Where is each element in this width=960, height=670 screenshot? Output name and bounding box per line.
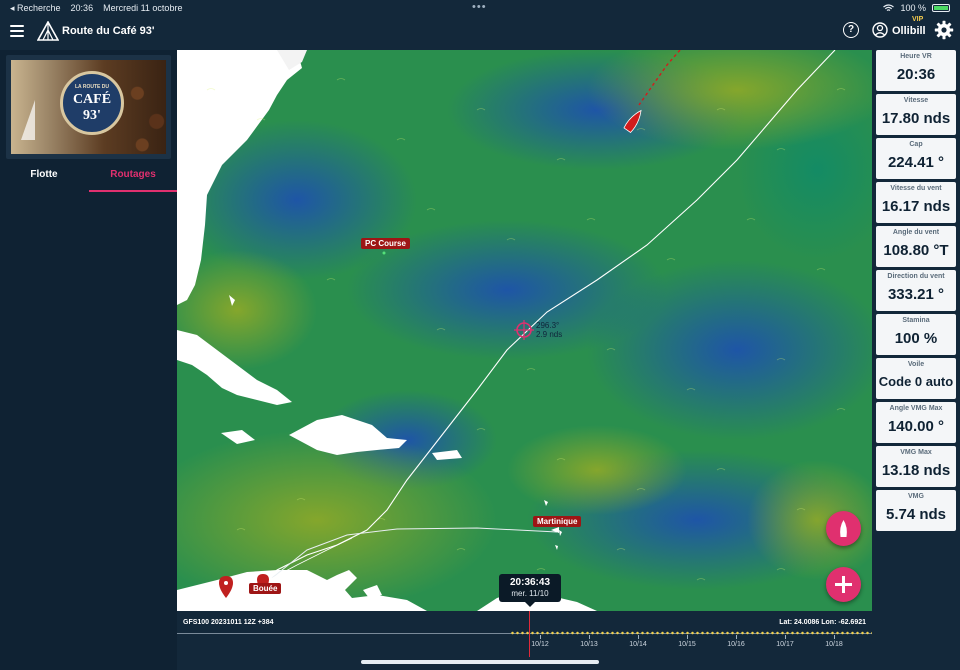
sailboat-icon	[840, 520, 847, 537]
stat-heure-vr: Heure VR 20:36	[876, 50, 956, 91]
timeline-tick-label: 10/18	[825, 641, 843, 648]
crosshair-readout: 296.3° 2.9 nds	[536, 321, 562, 339]
vip-badge: VIP	[912, 16, 924, 23]
stat-cap: Cap 224.41 °	[876, 138, 956, 179]
timeline-tick	[638, 635, 639, 639]
stat-vmg-max: VMG Max 13.18 nds	[876, 446, 956, 487]
sailboat-illustration	[21, 100, 35, 140]
timeline-tick	[785, 635, 786, 639]
current-time: 20:36:43	[509, 577, 551, 588]
battery-percent: 100 %	[900, 3, 926, 13]
multitasking-dots[interactable]: •••	[472, 1, 487, 13]
timeline-tick-label: 10/16	[727, 641, 745, 648]
timeline-tick	[834, 635, 835, 639]
stat-vmg: VMG 5.74 nds	[876, 490, 956, 531]
timeline-tick	[687, 635, 688, 639]
stat-angle-vmg-max: Angle VMG Max 140.00 °	[876, 402, 956, 443]
status-bar: ◂ Recherche 20:36 Mercredi 11 octobre ••…	[0, 0, 960, 16]
stat-angle-vent: Angle du vent 108.80 °T	[876, 226, 956, 267]
username[interactable]: Ollibill	[892, 25, 926, 37]
race-title: Route du Café 93'	[62, 25, 155, 37]
current-date: mer. 11/10	[511, 589, 549, 598]
center-boat-button[interactable]	[826, 511, 861, 546]
buoy-label[interactable]: Bouée	[249, 583, 282, 594]
pc-course-label[interactable]: PC Course	[361, 238, 410, 249]
sidebar: LA ROUTE DU CAFÉ 93' Flotte Routages	[0, 50, 177, 670]
race-banner: LA ROUTE DU CAFÉ 93'	[6, 55, 171, 159]
top-header: Route du Café 93' ? VIP Ollibill	[0, 16, 960, 48]
map-canvas	[177, 50, 872, 611]
stat-voile[interactable]: Voile Code 0 auto	[876, 358, 956, 399]
gear-icon[interactable]	[934, 20, 954, 40]
timeline-tick	[589, 635, 590, 639]
back-to-search-link[interactable]: ◂ Recherche	[10, 3, 61, 14]
cursor-position: Lat: 24.0086 Lon: -62.6921	[779, 619, 866, 626]
time-bubble: 20:36:43 mer. 11/10	[499, 574, 561, 607]
crosshair-speed: 2.9 nds	[536, 330, 563, 339]
plus-icon	[835, 576, 852, 593]
tab-flotte[interactable]: Flotte	[0, 162, 88, 192]
timeline-tick-label: 10/12	[531, 641, 549, 648]
home-indicator[interactable]	[361, 660, 599, 664]
timeline-tick-label: 10/13	[580, 641, 598, 648]
weather-model: GFS100 20231011 12Z +384	[183, 619, 274, 626]
user-icon[interactable]	[872, 22, 888, 38]
add-button[interactable]	[826, 567, 861, 602]
battery-icon	[932, 4, 950, 12]
weather-map[interactable]: PC Course Martinique Bouée 296.3° 2.9 nd…	[177, 50, 872, 611]
timeline-tick	[540, 635, 541, 639]
timeline-cursor[interactable]	[529, 611, 530, 657]
forecast-dots	[510, 631, 872, 635]
status-date: Mercredi 11 octobre	[103, 3, 183, 13]
menu-icon[interactable]	[10, 25, 24, 37]
stat-vitesse: Vitesse 17.80 nds	[876, 94, 956, 135]
stat-vitesse-vent: Vitesse du vent 16.17 nds	[876, 182, 956, 223]
martinique-label[interactable]: Martinique	[533, 516, 582, 527]
stat-direction-vent: Direction du vent 333.21 °	[876, 270, 956, 311]
sidebar-tabs: Flotte Routages	[0, 162, 177, 192]
app-root: ◂ Recherche 20:36 Mercredi 11 octobre ••…	[0, 0, 960, 670]
stat-stamina: Stamina 100 %	[876, 314, 956, 355]
timeline-tick-label: 10/14	[629, 641, 647, 648]
timeline-tick-label: 10/17	[776, 641, 794, 648]
race-seal-logo: LA ROUTE DU CAFÉ 93'	[60, 71, 124, 135]
coffee-beans-illustration	[123, 65, 171, 159]
timeline-tick	[736, 635, 737, 639]
status-time: 20:36	[70, 3, 94, 13]
wifi-icon	[883, 4, 895, 11]
crosshair-heading: 296.3°	[536, 321, 560, 330]
app-logo-icon	[37, 21, 59, 41]
tab-routages[interactable]: Routages	[89, 162, 177, 192]
timeline-tick-label: 10/15	[678, 641, 696, 648]
help-icon[interactable]: ?	[843, 22, 859, 38]
